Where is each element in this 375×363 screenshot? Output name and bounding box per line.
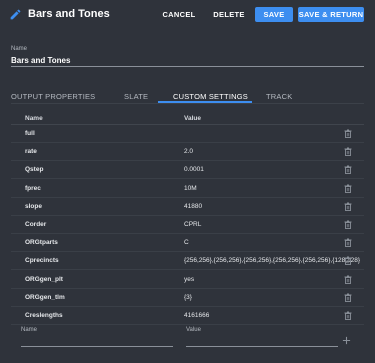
tabs-divider <box>11 103 364 104</box>
trash-icon[interactable] <box>344 256 352 266</box>
new-value-input[interactable] <box>186 333 338 345</box>
name-field-underline <box>11 66 364 67</box>
table-row: slope 41880 <box>11 198 364 216</box>
trash-icon[interactable] <box>344 238 352 248</box>
row-divider <box>11 324 364 325</box>
column-header-value: Value <box>184 115 201 122</box>
setting-value[interactable]: 4161666 <box>184 312 209 319</box>
table-row: ORGgen_plt yes <box>11 271 364 289</box>
setting-value[interactable]: {256,256},{256,256},{256,256},{256,256},… <box>184 257 360 264</box>
setting-name: Creslengths <box>25 312 63 319</box>
setting-value[interactable]: 0.0001 <box>184 166 204 173</box>
setting-name: fprec <box>25 184 41 192</box>
trash-icon[interactable] <box>344 293 352 302</box>
trash-icon[interactable] <box>344 165 352 175</box>
table-row: full <box>11 125 364 143</box>
active-tab-indicator <box>158 101 252 103</box>
tab-custom-settings[interactable]: CUSTOM SETTINGS <box>173 92 248 101</box>
delete-button[interactable]: DELETE <box>212 7 246 22</box>
table-row: Cprecincts {256,256},{256,256},{256,256},… <box>11 252 364 271</box>
setting-value[interactable]: {3} <box>184 294 192 301</box>
setting-name: ORGtparts <box>25 239 58 247</box>
table-row: rate 2.0 <box>11 143 364 162</box>
setting-name: ORGgen_tlm <box>25 293 65 301</box>
toolbar: Bars and Tones CANCEL DELETE SAVE SAVE &… <box>0 0 375 30</box>
setting-name: Qstep <box>25 166 44 174</box>
pencil-icon <box>10 9 21 20</box>
table-row: fprec 10M <box>11 180 364 198</box>
setting-name: ORGgen_plt <box>25 275 63 283</box>
setting-name: Cprecincts <box>25 257 59 265</box>
trash-icon[interactable] <box>344 275 352 284</box>
cancel-button[interactable]: CANCEL <box>161 7 197 22</box>
trash-icon[interactable] <box>344 311 352 320</box>
tab-slate[interactable]: SLATE <box>124 92 148 101</box>
new-name-input[interactable] <box>21 333 173 345</box>
setting-name: rate <box>25 148 37 156</box>
table-row: Corder CPRL <box>11 216 364 234</box>
tab-output-properties[interactable]: OUTPUT PROPERTIES <box>11 92 95 101</box>
name-field[interactable]: Bars and Tones <box>11 56 364 65</box>
setting-value[interactable]: yes <box>184 276 194 283</box>
setting-name: full <box>25 130 35 137</box>
setting-value[interactable]: 2.0 <box>184 148 193 155</box>
trash-icon[interactable] <box>344 202 352 211</box>
page-title: Bars and Tones <box>28 8 110 20</box>
plus-icon[interactable] <box>342 336 351 345</box>
trash-icon[interactable] <box>344 220 352 229</box>
setting-value[interactable]: 41880 <box>184 203 202 210</box>
new-name-underline <box>21 346 173 347</box>
name-field-label: Name <box>11 46 28 52</box>
setting-value[interactable]: 10M <box>184 185 197 192</box>
table-row: Qstep 0.0001 <box>11 161 364 180</box>
table-row: ORGgen_tlm {3} <box>11 289 364 307</box>
trash-icon[interactable] <box>344 184 352 193</box>
save-button[interactable]: SAVE <box>255 7 293 22</box>
trash-icon[interactable] <box>344 147 352 157</box>
setting-value[interactable]: CPRL <box>184 221 201 228</box>
column-header-name: Name <box>25 115 43 122</box>
setting-value[interactable]: C <box>184 239 189 246</box>
setting-name: Corder <box>25 221 47 228</box>
table-row: ORGtparts C <box>11 234 364 253</box>
new-value-underline <box>186 346 338 347</box>
tab-track[interactable]: TRACK <box>266 92 292 101</box>
table-row: Creslengths 4161666 <box>11 307 364 325</box>
setting-name: slope <box>25 202 42 210</box>
trash-icon[interactable] <box>344 129 352 138</box>
save-return-button[interactable]: SAVE & RETURN <box>298 7 364 22</box>
